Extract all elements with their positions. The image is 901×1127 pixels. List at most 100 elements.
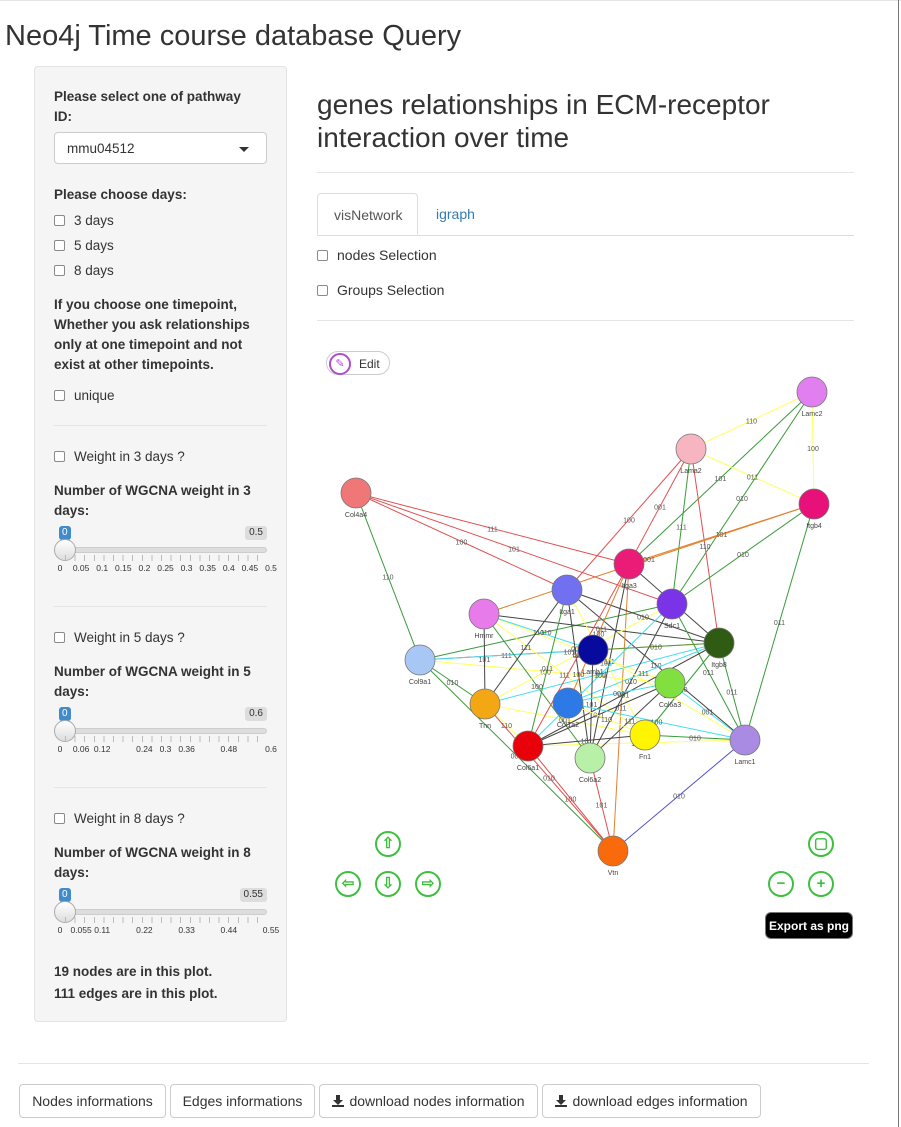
nodes-selection-checkbox[interactable]: nodes Selection (317, 245, 437, 265)
edges-count-text: 111 edges are in this plot. (54, 986, 218, 1001)
days-checkbox-3[interactable]: 3 days (54, 210, 114, 230)
page-heading: genes relationships in ECM-receptor inte… (317, 89, 770, 153)
checkbox-icon[interactable] (54, 389, 65, 401)
weight-3-slider[interactable]: 0 0.5 0 0.05 0.1 0.15 0.2 0.25 0.3 0.35 … (54, 526, 277, 586)
groups-selection-label: Groups Selection (337, 282, 445, 298)
download-edges-button[interactable]: download edges information (542, 1084, 761, 1118)
tab-igraph[interactable]: igraph (420, 193, 491, 235)
edge-label: 100 (623, 518, 635, 525)
network-node[interactable] (729, 724, 761, 756)
days-label: Please choose days: (54, 187, 187, 202)
fit-icon[interactable]: ▢ (808, 831, 834, 857)
network-node[interactable] (675, 433, 707, 465)
checkbox-icon[interactable] (317, 249, 328, 261)
network-node[interactable] (654, 667, 686, 699)
slider-min-badge: 0 (59, 707, 71, 721)
network-node[interactable] (597, 835, 629, 867)
weight-5-checkbox[interactable]: Weight in 5 days ? (54, 627, 185, 647)
divider (54, 787, 267, 788)
slider-max-badge: 0.5 (245, 526, 267, 540)
network-node[interactable] (613, 548, 645, 580)
network-node[interactable] (552, 687, 584, 719)
edge-label: 111 (501, 653, 512, 660)
slider-tick-labels: 0 0.06 0.12 0.24 0.3 0.36 0.48 0.6 (58, 744, 277, 756)
tick-label: 0.48 (220, 744, 238, 754)
pan-down-icon[interactable]: ⇩ (375, 871, 401, 897)
days-checkbox-8[interactable]: 8 days (54, 260, 114, 280)
network-node[interactable] (574, 742, 606, 774)
network-node[interactable] (796, 376, 828, 408)
tick-label: 0.6 (265, 744, 277, 754)
checkbox-icon[interactable] (54, 450, 65, 462)
network-graph[interactable]: 110 100 101 010 011 001 111 110 100 101 010 011 001 1… (300, 370, 860, 900)
slider-track[interactable] (63, 728, 267, 734)
tick-label: 0.25 (157, 563, 174, 573)
network-node[interactable] (703, 627, 735, 659)
download-nodes-label: download nodes information (349, 1093, 525, 1109)
edge-label: 110 (746, 419, 757, 426)
edge-label: 011 (542, 666, 553, 673)
slider-track[interactable] (63, 547, 267, 553)
network-node[interactable] (340, 477, 372, 509)
tab-visnetwork[interactable]: visNetwork (317, 193, 418, 235)
weight-5-slider[interactable]: 0 0.6 0 0.06 0.12 0.24 0.3 0.36 0.48 0.6 (54, 707, 277, 767)
node-label: Tnn (479, 723, 491, 730)
network-node[interactable] (629, 719, 661, 751)
tick-label: 0.15 (115, 563, 132, 573)
network-node[interactable] (512, 730, 544, 762)
node-label: Fn1 (639, 754, 651, 761)
slider-ticks (65, 736, 265, 742)
network-node[interactable] (798, 488, 830, 520)
checkbox-icon[interactable] (54, 239, 65, 251)
edge-label: 010 (637, 615, 649, 622)
divider (54, 425, 267, 426)
node-label: Col1a2 (557, 722, 579, 729)
edge-label: 101 (479, 657, 491, 664)
edge-label: 010 (543, 776, 555, 783)
network-node[interactable] (404, 644, 436, 676)
pathway-select[interactable]: mmu04512 (54, 132, 267, 164)
tick-label: 0.12 (93, 744, 111, 754)
pathway-label: Please select one of pathway ID: (54, 89, 241, 124)
edge-label: 111 (638, 671, 649, 678)
tick-label: 0.55 (262, 925, 280, 935)
download-nodes-button[interactable]: download nodes information (319, 1084, 538, 1118)
zoom-out-icon[interactable]: − (768, 871, 794, 897)
nodes-count-text: 19 nodes are in this plot. (54, 964, 213, 979)
weight-8-checkbox[interactable]: Weight in 8 days ? (54, 808, 185, 828)
checkbox-icon[interactable] (54, 631, 65, 643)
slider-tick-labels: 0 0.055 0.11 0.22 0.33 0.44 0.55 (58, 925, 280, 937)
weight-8-slider[interactable]: 0 0.55 0 0.055 0.11 0.22 0.33 0.44 0.55 (54, 888, 279, 948)
node-label: Lamc2 (801, 411, 822, 418)
checkbox-icon[interactable] (317, 284, 328, 296)
network-node[interactable] (468, 598, 500, 630)
tick-label: 0.06 (72, 744, 90, 754)
weight-3-checkbox[interactable]: Weight in 3 days ? (54, 446, 185, 466)
nodes-layer: Lamc2 Lama2 Itgb4 Col4a4 Itga3 Itga1 Sdc1 Hmmr I… (340, 376, 830, 877)
edge-label: 111 (521, 645, 532, 652)
edge-label: 110 (382, 575, 393, 582)
zoom-in-icon[interactable]: + (808, 871, 834, 897)
nodes-info-button[interactable]: Nodes informations (19, 1084, 166, 1118)
download-icon (332, 1095, 345, 1107)
node-label: Col9a1 (409, 679, 431, 686)
unique-checkbox[interactable]: unique (54, 385, 115, 405)
network-node[interactable] (577, 634, 609, 666)
export-png-button[interactable]: Export as png (765, 912, 853, 939)
network-node[interactable] (551, 574, 583, 606)
groups-selection-checkbox[interactable]: Groups Selection (317, 280, 444, 300)
checkbox-icon[interactable] (54, 812, 65, 824)
checkbox-icon[interactable] (54, 214, 65, 226)
pan-left-icon[interactable]: ⇦ (335, 871, 361, 897)
edge-label: 111 (487, 527, 498, 534)
network-node[interactable] (656, 588, 688, 620)
days-checkbox-5[interactable]: 5 days (54, 235, 114, 255)
checkbox-icon[interactable] (54, 264, 65, 276)
pan-up-icon[interactable]: ⇧ (375, 831, 401, 857)
slider-track[interactable] (63, 909, 267, 915)
caret-down-icon (239, 147, 249, 152)
network-node[interactable] (469, 688, 501, 720)
pan-right-icon[interactable]: ⇨ (415, 871, 441, 897)
node-label: Col6a1 (517, 765, 539, 772)
edges-info-button[interactable]: Edges informations (170, 1084, 315, 1118)
